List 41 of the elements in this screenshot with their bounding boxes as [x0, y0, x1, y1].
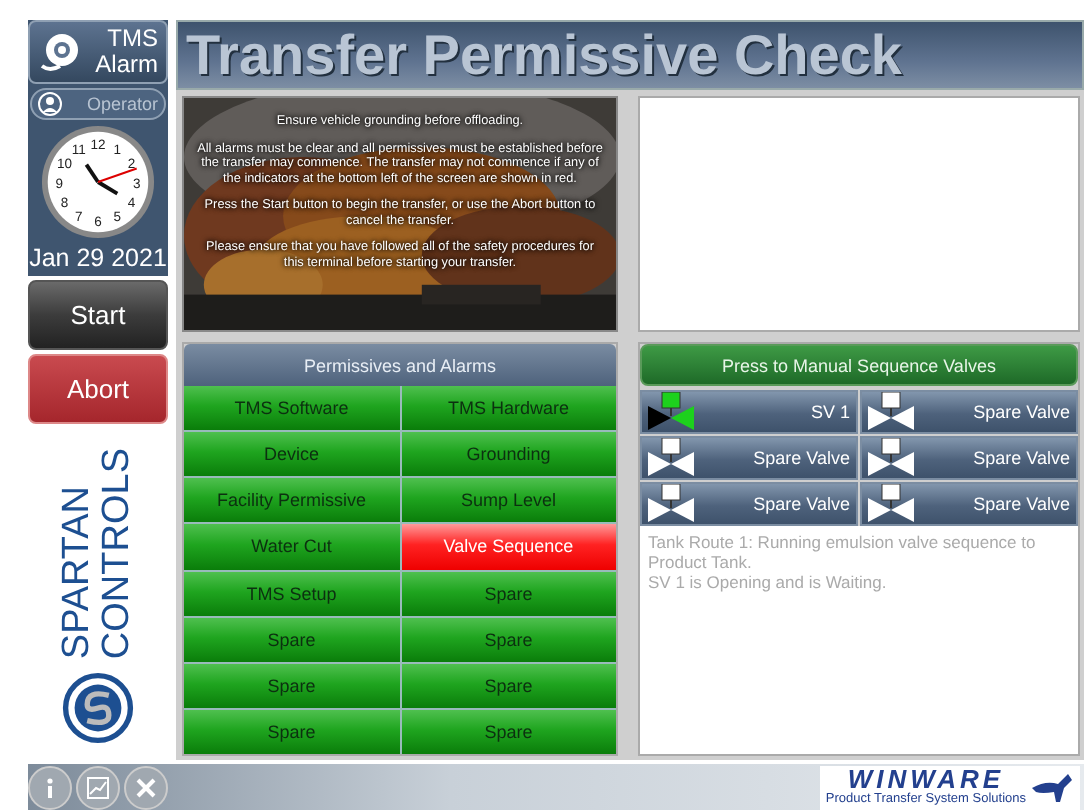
status-text: SV 1 is Opening and is Waiting. [648, 572, 889, 592]
valve-button[interactable]: Spare Valve [860, 436, 1078, 480]
permissive-indicator: Device [184, 432, 399, 477]
page-title: Transfer Permissive Check [186, 23, 902, 87]
permissive-indicator: Spare [401, 617, 616, 662]
status-text: Tank Route 1: Running emulsion valve sequence to Product Tank. [648, 532, 1038, 572]
panel-header: Permissives and Alarms [184, 344, 616, 386]
permissive-indicator: Spare [184, 663, 399, 708]
permissive-indicator: Spare [401, 663, 616, 708]
permissive-indicator: Spare [184, 709, 399, 754]
manual-sequence-button[interactable]: Press to Manual Sequence Valves [640, 344, 1078, 386]
chart-icon [86, 775, 110, 799]
permissive-indicator: Spare [184, 617, 399, 662]
valve-button[interactable]: SV 1 [640, 390, 858, 434]
valve-button[interactable]: Spare Valve [860, 390, 1078, 434]
brand-name: WINWARE [847, 767, 1005, 791]
tools-button[interactable] [124, 765, 168, 809]
permissive-indicator: Facility Permissive [184, 478, 399, 523]
user-icon [38, 92, 62, 116]
start-button[interactable]: Start [28, 280, 168, 350]
logo-text: SPARTAN [58, 484, 98, 660]
permissive-indicator: Spare [401, 709, 616, 754]
logo-text: CONTROLS [98, 448, 138, 660]
permissive-indicator: Water Cut [184, 524, 399, 569]
permissive-indicator: Valve Sequence [401, 524, 616, 569]
date-text: Jan 29 2021 [29, 244, 167, 272]
operator-badge[interactable]: Operator [30, 88, 166, 120]
report-button[interactable] [76, 765, 120, 809]
permissive-indicator: TMS Hardware [401, 386, 616, 431]
info-button[interactable] [28, 765, 72, 809]
permissive-indicator: Sump Level [401, 478, 616, 523]
alarm-button[interactable]: TMS Alarm [28, 20, 168, 84]
abort-button[interactable]: Abort [28, 354, 168, 424]
valve-button[interactable]: Spare Valve [640, 436, 858, 480]
permissive-indicator: TMS Setup [184, 571, 399, 616]
valve-button[interactable]: Spare Valve [860, 482, 1078, 526]
permissive-indicator: TMS Software [184, 386, 399, 431]
logo-icon [62, 672, 134, 744]
permissive-indicator: Grounding [401, 432, 616, 477]
valve-button[interactable]: Spare Valve [640, 482, 858, 526]
permissive-indicator: Spare [401, 571, 616, 616]
